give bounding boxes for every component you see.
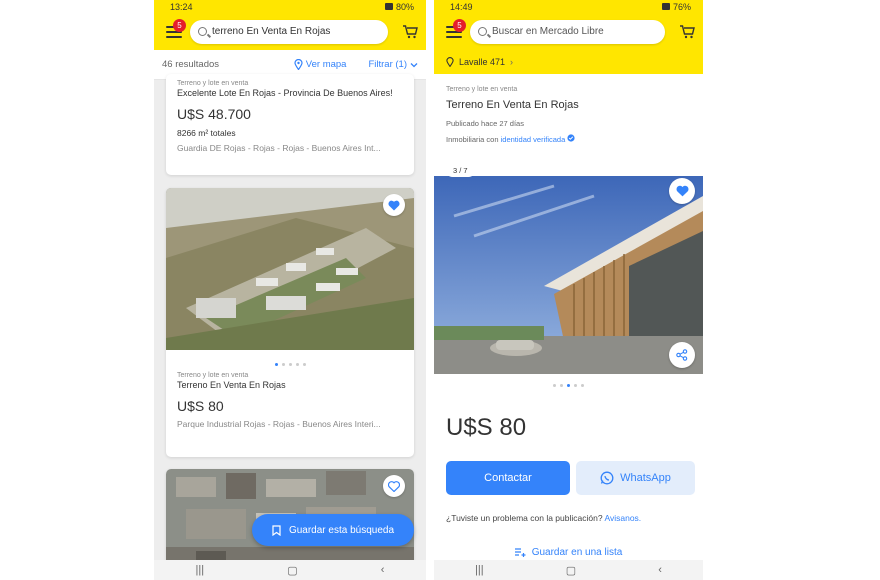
search-input[interactable]: Buscar en Mercado Libre (470, 19, 665, 44)
back-icon[interactable]: ‹ (381, 564, 385, 576)
status-time: 13:24 (170, 1, 193, 12)
status-bar: 14:49 76% (434, 0, 703, 13)
add-to-list-label: Guardar en una lista (531, 547, 623, 558)
seller-prefix: Inmobiliaria con (446, 135, 499, 144)
whatsapp-button[interactable]: WhatsApp (576, 461, 695, 495)
listing-location: Parque Industrial Rojas - Rojas - Buenos… (177, 419, 381, 429)
whatsapp-button-label: WhatsApp (620, 472, 671, 484)
listing-header: Terreno y lote en venta Terreno En Venta… (434, 74, 703, 144)
add-to-list-button[interactable]: Guardar en una lista (434, 547, 703, 558)
listing-category: Terreno y lote en venta (177, 80, 249, 87)
signal-icon (661, 3, 670, 10)
status-battery: 80% (395, 1, 414, 12)
status-battery: 76% (672, 1, 691, 12)
contact-button[interactable]: Contactar (446, 461, 570, 495)
search-results-screen: 13:24 80% 5 terreno En Venta En Rojas 46… (154, 0, 426, 580)
app-header: 5 terreno En Venta En Rojas (154, 13, 426, 50)
filter-button-label: Filtrar (1) (368, 59, 407, 70)
seller-verified-link[interactable]: identidad verificada (501, 135, 566, 144)
status-time: 14:49 (450, 1, 473, 12)
notification-badge: 5 (173, 18, 186, 32)
menu-icon[interactable]: 5 (446, 18, 466, 38)
contact-button-label: Contactar (484, 472, 532, 484)
results-count: 46 resultados (162, 59, 220, 70)
home-icon[interactable]: ▢ (566, 564, 576, 577)
bookmark-icon (272, 524, 281, 536)
listing-price: U$S 80 (177, 398, 224, 414)
heart-icon (388, 200, 400, 210)
share-icon (676, 349, 688, 361)
home-icon[interactable]: ▢ (287, 564, 297, 577)
search-placeholder: Buscar en Mercado Libre (492, 26, 604, 37)
status-bar: 13:24 80% (154, 0, 426, 13)
listing-title[interactable]: Terreno En Venta En Rojas (177, 380, 403, 390)
search-icon (478, 27, 487, 36)
filter-button[interactable]: Filtrar (1) (368, 59, 418, 70)
listing-price: U$S 80 (446, 414, 527, 441)
listing-card[interactable]: Terreno y lote en venta Terreno En Venta… (166, 188, 414, 457)
listing-card[interactable]: Terreno y lote en venta Excelente Lote E… (166, 74, 414, 175)
favorite-button[interactable] (383, 475, 405, 497)
favorite-button[interactable] (383, 194, 405, 216)
menu-icon[interactable]: 5 (166, 18, 186, 38)
listing-area: 8266 m² totales (177, 128, 236, 138)
search-input[interactable]: terreno En Venta En Rojas (190, 19, 388, 44)
recents-icon[interactable]: ||| (196, 564, 205, 576)
listing-title[interactable]: Excelente Lote En Rojas - Provincia De B… (177, 88, 403, 98)
listing-detail-screen: 14:49 76% 5 Buscar en Mercado Libre Lava… (434, 0, 703, 580)
report-problem: ¿Tuviste un problema con la publicación?… (446, 513, 641, 523)
notification-badge: 5 (453, 18, 466, 32)
report-link[interactable]: Avisanos. (604, 513, 641, 523)
favorite-button[interactable] (669, 178, 695, 204)
location-pin-icon (294, 59, 303, 70)
share-button[interactable] (669, 342, 695, 368)
system-nav-bar: ||| ▢ ‹ (154, 560, 426, 580)
listing-photo[interactable] (434, 176, 703, 374)
chevron-down-icon (410, 62, 418, 67)
app-header: 5 Buscar en Mercado Libre (434, 13, 703, 50)
listing-location: Guardia DE Rojas - Rojas - Rojas - Bueno… (177, 143, 381, 153)
address-label: Lavalle 471 (459, 57, 506, 67)
verified-icon (567, 134, 575, 142)
cart-icon[interactable] (402, 24, 418, 39)
cart-icon[interactable] (679, 24, 695, 39)
add-list-icon (514, 548, 526, 557)
listing-photo[interactable] (166, 188, 414, 350)
location-pin-icon (446, 57, 454, 67)
map-button[interactable]: Ver mapa (294, 59, 347, 70)
published-info: Publicado hace 27 días (446, 119, 524, 128)
carousel-dots (166, 355, 414, 372)
signal-icon (384, 3, 393, 10)
recents-icon[interactable]: ||| (475, 564, 484, 576)
system-nav-bar: ||| ▢ ‹ (434, 560, 703, 580)
back-icon[interactable]: ‹ (658, 564, 662, 576)
report-text: ¿Tuviste un problema con la publicación? (446, 513, 603, 523)
listing-category: Terreno y lote en venta (177, 372, 249, 379)
photo-counter: 3 / 7 (446, 164, 475, 177)
heart-icon (388, 480, 400, 492)
listing-price: U$S 48.700 (177, 106, 251, 122)
whatsapp-icon (600, 471, 614, 485)
heart-icon (676, 185, 688, 197)
listing-title: Terreno En Venta En Rojas (446, 99, 579, 111)
search-icon (198, 27, 207, 36)
chevron-right-icon: › (510, 57, 514, 67)
building-render-image (434, 176, 703, 374)
save-search-label: Guardar esta búsqueda (288, 524, 395, 536)
carousel-dots (434, 384, 703, 387)
delivery-address[interactable]: Lavalle 471 › (434, 50, 703, 74)
map-button-label: Ver mapa (305, 59, 347, 70)
search-query: terreno En Venta En Rojas (212, 26, 331, 37)
save-search-button[interactable]: Guardar esta búsqueda (252, 514, 414, 546)
listing-category: Terreno y lote en venta (446, 86, 518, 93)
seller-info: Inmobiliaria con identidad verificada (446, 134, 691, 144)
